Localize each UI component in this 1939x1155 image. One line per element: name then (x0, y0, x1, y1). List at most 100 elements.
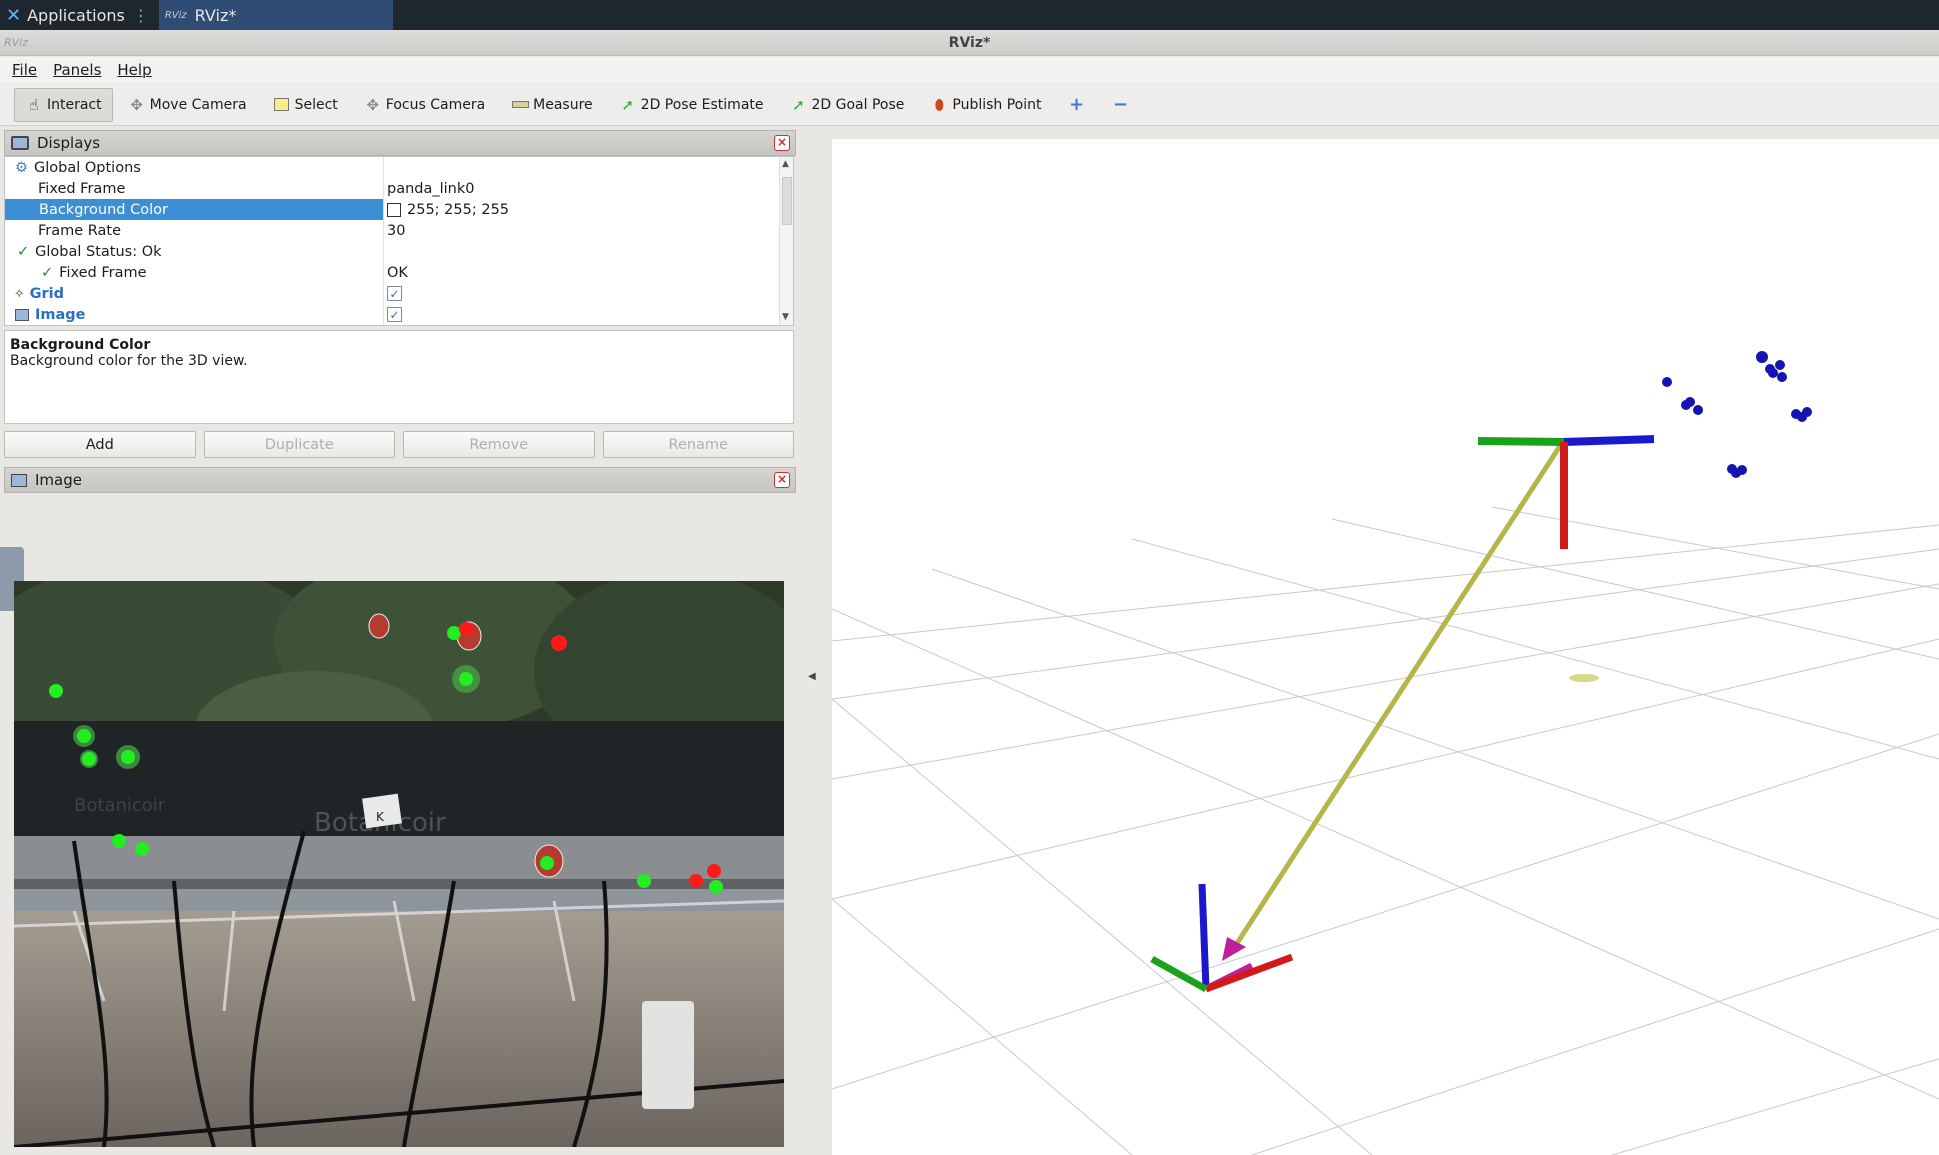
unripe-marker (540, 856, 554, 870)
applications-label: Applications (27, 5, 125, 25)
focus-camera-tool-button[interactable]: ✥ Focus Camera (353, 88, 496, 122)
tree-row-global-options[interactable]: ⚙ Global Options (5, 157, 779, 178)
scrollbar-thumb[interactable] (782, 177, 792, 225)
ripe-marker (689, 874, 703, 888)
displays-panel-title: Displays (37, 134, 101, 152)
camera-image-view[interactable]: Botanicoir Botanicoir K (14, 581, 784, 1147)
ripe-marker (551, 635, 567, 651)
goal-pose-tool-button[interactable]: ➚ 2D Goal Pose (779, 88, 916, 122)
hand-pointer-icon: ☝ (29, 95, 39, 114)
description-title: Background Color (10, 337, 151, 353)
property-description: Background Color Background color for th… (4, 330, 794, 424)
color-swatch[interactable] (387, 202, 401, 217)
displays-button-row: Add Duplicate Remove Rename (4, 431, 794, 461)
move-camera-tool-button[interactable]: ✥ Move Camera (117, 88, 258, 122)
image-display-label: Image (35, 306, 86, 323)
unripe-marker (82, 752, 96, 766)
ruler-icon (511, 96, 529, 114)
description-text: Background color for the 3D view. (10, 353, 248, 369)
unripe-marker (459, 672, 473, 686)
scroll-down-icon[interactable]: ▼ (782, 312, 789, 322)
unripe-marker (112, 834, 126, 848)
interact-label: Interact (47, 96, 102, 113)
image-panel-title: Image (35, 471, 82, 489)
publish-point-tool-button[interactable]: ⬮ Publish Point (919, 88, 1052, 122)
menu-panels[interactable]: Panels (53, 61, 101, 79)
publish-point-label: Publish Point (952, 96, 1042, 113)
desktop-taskbar: ✕ Applications ⋮ RViz RViz* (0, 0, 1939, 30)
status-fixed-frame-label: Fixed Frame (59, 264, 147, 281)
tree-row-frame-rate[interactable]: Frame Rate 30 (5, 220, 779, 241)
displays-tree[interactable]: ⚙ Global Options Fixed Frame panda_link0… (4, 156, 794, 326)
lower-tf-frame (1150, 883, 1294, 993)
window-title: RViz* (948, 35, 991, 51)
focus-camera-label: Focus Camera (385, 96, 486, 113)
select-tool-button[interactable]: Select (262, 88, 349, 122)
minus-icon: − (1112, 94, 1129, 115)
select-icon (273, 96, 291, 114)
unripe-marker (135, 842, 149, 856)
tree-row-grid[interactable]: ⟡ Grid ✓ (5, 283, 779, 304)
marker-disc (1569, 674, 1599, 682)
unripe-marker (121, 750, 135, 764)
tree-row-status-fixed-frame[interactable]: ✓ Fixed Frame OK (5, 262, 779, 283)
direction-arrow (1229, 444, 1563, 953)
image-panel-header[interactable]: Image × (4, 467, 796, 493)
duplicate-button[interactable]: Duplicate (203, 431, 395, 458)
menu-help[interactable]: Help (117, 61, 151, 79)
add-tool-button[interactable]: + (1057, 88, 1097, 122)
ripe-marker (707, 864, 721, 878)
scroll-up-icon[interactable]: ▲ (782, 159, 789, 169)
close-icon[interactable]: × (774, 135, 790, 151)
displays-panel-header[interactable]: Displays × (4, 130, 796, 156)
interact-tool-button[interactable]: ☝ Interact (14, 87, 113, 122)
applications-menu[interactable]: ✕ Applications ⋮ (0, 0, 155, 30)
green-arrow-icon: ➚ (792, 95, 805, 114)
grid-icon: ⟡ (15, 286, 24, 301)
select-label: Select (294, 96, 338, 113)
global-status-label: Global Status: Ok (35, 243, 162, 260)
window-titlebar[interactable]: RViz RViz* (0, 30, 1939, 56)
window-icon: RViz (4, 36, 28, 49)
pose-estimate-tool-button[interactable]: ➚ 2D Pose Estimate (608, 88, 775, 122)
frame-rate-value[interactable]: 30 (387, 223, 405, 239)
goal-pose-label: 2D Goal Pose (811, 96, 905, 113)
global-options-label: Global Options (34, 159, 141, 176)
tree-scrollbar[interactable]: ▲ ▼ (779, 157, 793, 325)
remove-tool-button[interactable]: − (1101, 88, 1141, 122)
tree-row-global-status[interactable]: ✓ Global Status: Ok (5, 241, 779, 262)
splitter-collapse-icon[interactable]: ◀ (808, 671, 816, 682)
checkmark-icon: ✓ (17, 243, 30, 260)
background-color-value[interactable]: 255; 255; 255 (407, 202, 509, 218)
menu-file[interactable]: File (12, 61, 37, 79)
tree-row-image[interactable]: Image ✓ (5, 304, 779, 325)
sign-text: K (376, 810, 385, 824)
ripe-marker (459, 622, 473, 636)
close-icon[interactable]: × (774, 472, 790, 488)
grid-enabled-checkbox[interactable]: ✓ (387, 286, 402, 301)
tree-row-background-color[interactable]: Background Color 255; 255; 255 (5, 199, 779, 220)
status-fixed-frame-value: OK (387, 264, 408, 281)
unripe-marker (77, 729, 91, 743)
tree-row-fixed-frame[interactable]: Fixed Frame panda_link0 (5, 178, 779, 199)
grid-floor (831, 506, 1939, 1155)
plus-icon: + (1068, 94, 1085, 115)
unripe-marker (447, 626, 461, 640)
taskbar-window-label: RViz* (194, 5, 237, 25)
unripe-marker (637, 874, 651, 888)
pose-estimate-label: 2D Pose Estimate (640, 96, 764, 113)
fixed-frame-value[interactable]: panda_link0 (387, 181, 475, 197)
image-enabled-checkbox[interactable]: ✓ (387, 307, 402, 322)
measure-tool-button[interactable]: Measure (500, 88, 604, 122)
remove-button[interactable]: Remove (403, 431, 595, 458)
render-3d-view[interactable] (831, 139, 1939, 1155)
unripe-marker (709, 880, 723, 894)
measure-label: Measure (533, 96, 593, 113)
rviz-app-icon: RViz (164, 9, 187, 21)
taskbar-window-rviz[interactable]: RViz RViz* (158, 0, 393, 30)
add-button[interactable]: Add (4, 431, 196, 458)
rename-button[interactable]: Rename (602, 431, 794, 458)
xfce-icon: ✕ (6, 4, 22, 26)
map-pin-icon: ⬮ (934, 95, 945, 114)
frame-rate-label: Frame Rate (38, 222, 122, 239)
